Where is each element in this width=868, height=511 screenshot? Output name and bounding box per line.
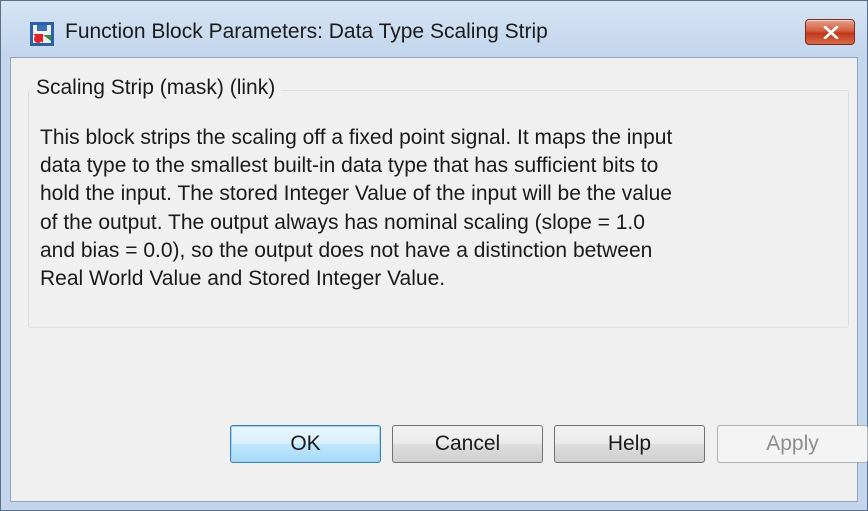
simulink-block-icon (30, 22, 54, 46)
block-description: This block strips the scaling off a fixe… (40, 124, 852, 293)
help-button[interactable]: Help (554, 425, 705, 463)
description-line: This block strips the scaling off a fixe… (40, 126, 673, 149)
description-line: of the output. The output always has nom… (40, 210, 645, 234)
apply-button[interactable]: Apply (717, 425, 868, 463)
dialog-window: Function Block Parameters: Data Type Sca… (0, 0, 868, 511)
cancel-button[interactable]: Cancel (392, 425, 543, 463)
description-line: and bias = 0.0), so the output does not … (40, 238, 653, 262)
group-title: Scaling Strip (mask) (link) (30, 76, 282, 100)
title-bar[interactable]: Function Block Parameters: Data Type Sca… (1, 1, 867, 57)
description-line: data type to the smallest built-in data … (40, 154, 659, 178)
description-line: Real World Value and Stored Integer Valu… (40, 267, 446, 291)
description-line: hold the input. The stored Integer Value… (40, 182, 672, 206)
window-title: Function Block Parameters: Data Type Sca… (65, 20, 548, 43)
ok-button[interactable]: OK (230, 425, 381, 463)
close-button[interactable] (805, 19, 855, 45)
close-icon (823, 26, 839, 39)
dialog-client-area: Scaling Strip (mask) (link) This block s… (10, 57, 868, 502)
